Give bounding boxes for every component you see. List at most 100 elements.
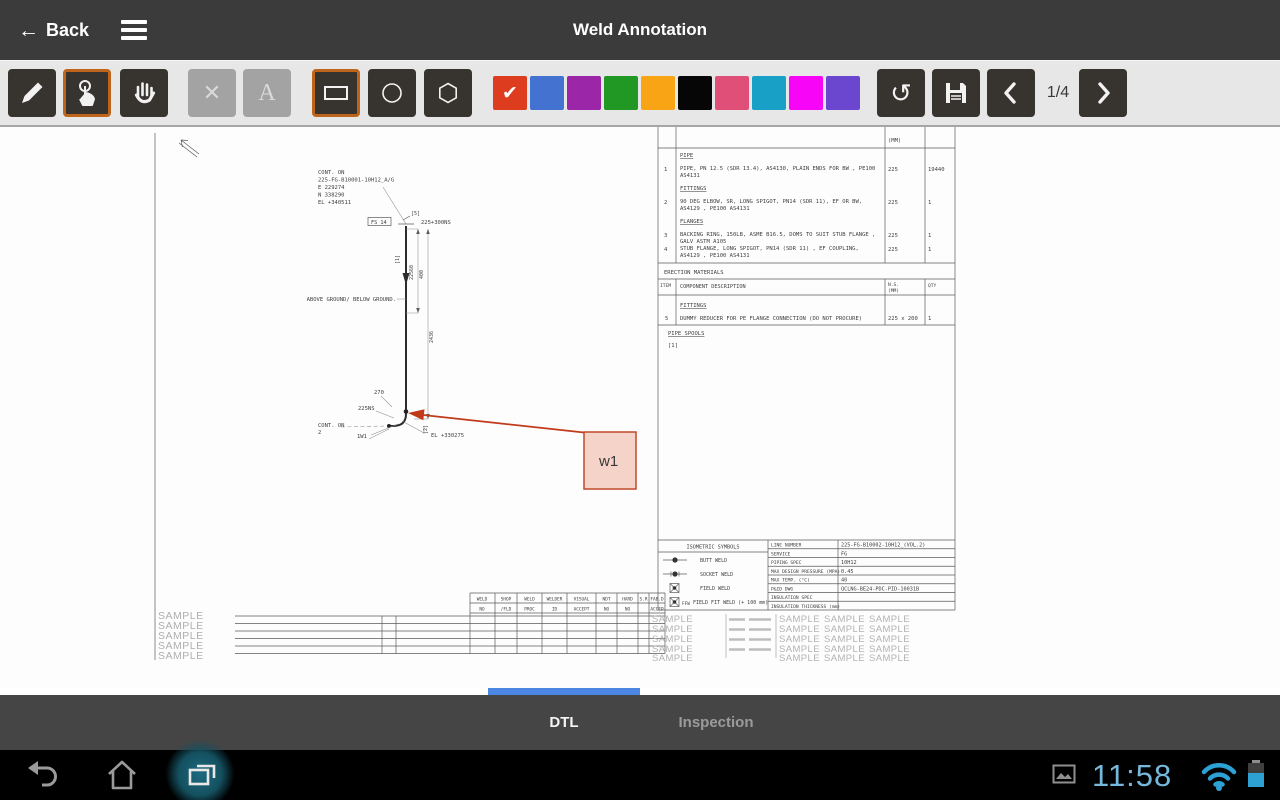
weld-annotation-w1[interactable]: w1: [408, 409, 636, 489]
line-info-table: LINE NUMBER 225-FG-B10002-10H12_(VOL.2) …: [768, 543, 955, 610]
svg-text:1: 1: [928, 200, 931, 206]
text-tool-button[interactable]: A: [243, 69, 291, 117]
svg-text:SAMPLE: SAMPLE: [158, 650, 204, 662]
wifi-icon: [1200, 760, 1238, 792]
battery-level: [1248, 773, 1264, 787]
svg-text:GALV ASTM A105: GALV ASTM A105: [680, 239, 726, 245]
color-swatch-teal[interactable]: [752, 76, 786, 110]
svg-text:LINE NUMBER: LINE NUMBER: [771, 543, 802, 549]
svg-text:FIELD FIT WELD (+ 100 mm): FIELD FIT WELD (+ 100 mm): [693, 600, 768, 606]
circle-icon: [377, 78, 407, 108]
battery-cap: [1252, 760, 1260, 763]
svg-text:400: 400: [419, 270, 425, 279]
svg-text:FIELD WELD: FIELD WELD: [700, 586, 730, 592]
svg-text:FS 14: FS 14: [371, 220, 387, 226]
tab-inspection[interactable]: Inspection: [640, 695, 792, 750]
svg-text:/FLD: /FLD: [501, 607, 512, 613]
prev-page-button[interactable]: [987, 69, 1035, 117]
svg-text:2436: 2436: [429, 331, 435, 343]
color-swatch-green[interactable]: [604, 76, 638, 110]
color-swatch-blue[interactable]: [530, 76, 564, 110]
clock: 11:58: [1092, 758, 1172, 794]
screenshot-notification-icon[interactable]: [1052, 764, 1092, 800]
svg-text:270: 270: [374, 390, 384, 396]
color-swatch-orange[interactable]: [641, 76, 675, 110]
svg-text:DUMMY REDUCER FOR PE FLANGE CO: DUMMY REDUCER FOR PE FLANGE CONNECTION (…: [680, 316, 862, 322]
save-button[interactable]: [932, 69, 980, 117]
svg-text:N.S.: N.S.: [888, 282, 899, 288]
svg-text:SHOP: SHOP: [501, 597, 512, 603]
svg-text:1W1: 1W1: [357, 434, 367, 440]
continuation-note-top: CONT. ON 225-FG-B10001-10H12_A/G E 22927…: [318, 170, 406, 224]
svg-text:PIPE: PIPE: [680, 153, 693, 159]
svg-text:FLANGES: FLANGES: [680, 219, 703, 225]
svg-text:INSULATION THICKNESS (mm): INSULATION THICKNESS (mm): [771, 604, 840, 610]
color-swatch-purple[interactable]: [567, 76, 601, 110]
rectangle-icon: [321, 78, 351, 108]
svg-text:NDT: NDT: [603, 597, 611, 603]
next-page-button[interactable]: [1079, 69, 1127, 117]
wifi-indicator: [1200, 760, 1240, 796]
menu-icon[interactable]: [115, 14, 153, 46]
svg-text:AS4129 , PE100 AS4131: AS4129 , PE100 AS4131: [680, 206, 750, 212]
back-button[interactable]: ← Back: [18, 20, 89, 41]
battery-indicator: [1248, 763, 1264, 787]
nav-back-button[interactable]: [22, 757, 62, 793]
svg-text:ACCEP: ACCEP: [650, 607, 664, 613]
svg-text:WELD: WELD: [524, 597, 535, 603]
svg-text:3: 3: [664, 233, 667, 239]
svg-text:[1]: [1]: [395, 255, 401, 264]
nav-recents-button[interactable]: [182, 757, 222, 793]
color-swatch-red-selected[interactable]: ✔: [493, 76, 527, 110]
svg-text:FITTINGS: FITTINGS: [680, 186, 707, 192]
back-label: Back: [46, 20, 89, 41]
svg-text:225: 225: [888, 233, 898, 239]
svg-text:225+300NS: 225+300NS: [421, 220, 451, 226]
svg-text:SAMPLE: SAMPLE: [824, 653, 865, 664]
color-swatch-magenta[interactable]: [789, 76, 823, 110]
elbow-labels: 270 225NS CONT. ON 2 1W1 [2] EL +330275: [318, 390, 464, 440]
svg-text:P&ID DWG: P&ID DWG: [771, 586, 793, 592]
pan-tool-button[interactable]: [120, 69, 168, 117]
svg-text:2: 2: [318, 430, 321, 436]
pipe-top-fitting: FS 14 [5] 225+300NS: [368, 211, 451, 226]
svg-text:INSULATION SPEC: INSULATION SPEC: [771, 595, 813, 601]
svg-text:ITEM: ITEM: [660, 283, 671, 289]
svg-text:PIPE, PN 12.5 (SDR 13.4), AS41: PIPE, PN 12.5 (SDR 13.4), AS4130, PLAIN …: [680, 166, 875, 172]
tab-dtl[interactable]: DTL: [488, 695, 640, 750]
piping-isometric-drawing: CONT. ON 225-FG-B10001-10H12_A/G E 22927…: [0, 127, 1280, 688]
svg-text:S.R: S.R: [640, 597, 648, 603]
draw-tool-button[interactable]: [8, 69, 56, 117]
color-swatch-black[interactable]: [678, 76, 712, 110]
drawing-canvas[interactable]: CONT. ON 225-FG-B10001-10H12_A/G E 22927…: [0, 127, 1280, 688]
rectangle-shape-button[interactable]: [312, 69, 360, 117]
color-swatch-pink[interactable]: [715, 76, 749, 110]
color-swatch-violet[interactable]: [826, 76, 860, 110]
weld-point: [404, 409, 409, 414]
svg-text:1: 1: [928, 316, 931, 322]
delete-tool-button[interactable]: ✕: [188, 69, 236, 117]
page-indicator: 1/4: [1041, 84, 1075, 102]
svg-text:FITTINGS: FITTINGS: [680, 303, 707, 309]
svg-text:FFW: FFW: [682, 601, 690, 607]
svg-text:BACKING RING, 150LB, ASME B16.: BACKING RING, 150LB, ASME B16.5, DOMS TO…: [680, 232, 875, 238]
annotation-arrowhead: [408, 409, 425, 420]
select-tool-button[interactable]: [63, 69, 111, 117]
undo-button[interactable]: ↺: [877, 69, 925, 117]
svg-text:QTY: QTY: [928, 283, 937, 289]
polygon-shape-button[interactable]: [424, 69, 472, 117]
svg-text:22560: 22560: [409, 265, 415, 280]
active-tab-indicator: [488, 688, 640, 695]
svg-text:ISOMETRIC SYMBOLS: ISOMETRIC SYMBOLS: [686, 545, 739, 551]
svg-text:CONT. ON: CONT. ON: [318, 170, 345, 176]
svg-text:EL +330275: EL +330275: [431, 433, 464, 439]
dimension-lines: [1] 22560 400 2436: [395, 229, 435, 419]
svg-text:BUTT WELD: BUTT WELD: [700, 558, 727, 564]
svg-text:[1]: [1]: [668, 343, 678, 349]
circle-shape-button[interactable]: [368, 69, 416, 117]
svg-text:NO: NO: [479, 607, 485, 613]
svg-text:225NS: 225NS: [358, 406, 375, 412]
svg-text:QCLNG-BE24-PDC-PID-10031B: QCLNG-BE24-PDC-PID-10031B: [841, 586, 919, 592]
nav-home-button[interactable]: [102, 757, 142, 793]
svg-text:1: 1: [928, 247, 931, 253]
